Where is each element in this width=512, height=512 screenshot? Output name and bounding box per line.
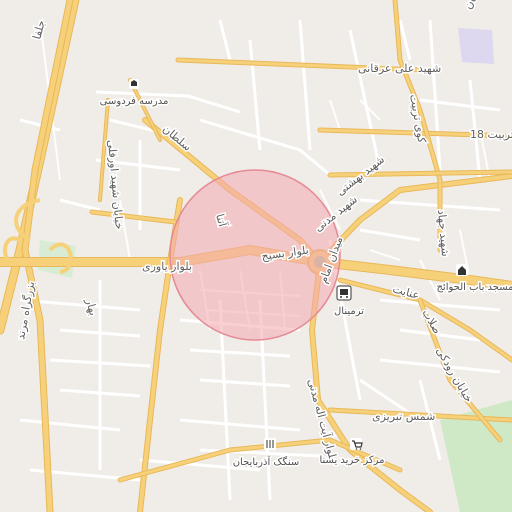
campus-area [458,28,494,64]
fork-knife-icon[interactable] [264,438,276,450]
label-street-18-tarbiat: 18 متری تربیت [470,128,512,141]
map-canvas[interactable]: شهید علی عرقانی 18 متری تربیت کوی تربیت … [0,0,512,512]
label-street-shams: شمس تبریزی [372,410,435,423]
label-fardowsi-school: مدرسه فردوسی [100,96,169,107]
bus-terminal-icon[interactable] [336,285,352,301]
label-terminal: ترمینال [334,306,364,317]
map-view[interactable]: شهید علی عرقانی 18 متری تربیت کوی تربیت … [0,0,512,512]
school-icon[interactable] [129,79,139,89]
label-mall-yasna: مرکز خرید یسنا [319,455,384,466]
label-blvd-yavari: بلوار یاوری [142,260,192,273]
search-radius-highlight[interactable] [169,169,341,341]
mosque-icon[interactable] [456,264,468,276]
label-sangak-azarbaijan: سنگک آذربایجان [233,455,300,468]
label-mosque-bab: مسجد باب الحوائج [436,282,512,293]
shopping-cart-icon[interactable] [350,438,363,450]
label-street-ali-organi: شهید علی عرقانی [358,62,441,75]
